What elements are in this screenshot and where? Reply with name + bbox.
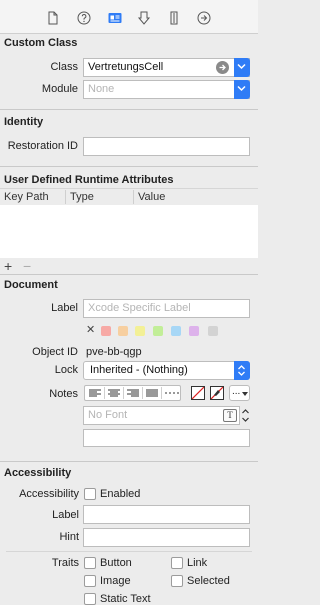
accessibility-label-label: Label	[52, 509, 79, 521]
column-value[interactable]: Value	[138, 191, 165, 203]
identity-title: Identity	[4, 116, 44, 128]
color-swatch-gray[interactable]	[208, 326, 218, 336]
color-swatch-green[interactable]	[153, 326, 163, 336]
notes-label: Notes	[49, 388, 78, 400]
color-swatch-red[interactable]	[101, 326, 111, 336]
trait-static-text-checkbox[interactable]	[84, 593, 96, 605]
trait-link-checkbox[interactable]	[171, 557, 183, 569]
module-field[interactable]: None	[83, 80, 250, 99]
font-placeholder: No Font	[88, 409, 128, 421]
clear-color-button[interactable]: ✕	[86, 323, 95, 336]
document-label-field[interactable]: Xcode Specific Label	[83, 299, 250, 318]
class-dropdown-button[interactable]	[234, 58, 250, 77]
trait-image-checkbox[interactable]	[84, 575, 96, 587]
attributes-icon[interactable]	[136, 10, 152, 26]
color-swatch-yellow[interactable]	[135, 326, 145, 336]
class-field[interactable]: VertretungsCell	[83, 58, 250, 77]
module-placeholder: None	[88, 83, 115, 95]
add-attribute-button[interactable]: +	[4, 258, 12, 274]
divider	[0, 274, 258, 275]
lock-select[interactable]: Inherited - (Nothing)	[83, 361, 250, 380]
highlight-color-icon[interactable]	[210, 386, 224, 400]
file-icon[interactable]	[45, 10, 61, 26]
lock-value: Inherited - (Nothing)	[90, 364, 188, 376]
accessibility-hint-field[interactable]	[83, 528, 250, 547]
go-to-class-icon[interactable]	[216, 61, 229, 74]
runtime-attributes-title: User Defined Runtime Attributes	[4, 174, 174, 186]
module-label: Module	[41, 83, 78, 95]
object-id-label: Object ID	[32, 346, 78, 358]
trait-button-label: Button	[100, 557, 132, 569]
column-type[interactable]: Type	[70, 191, 94, 203]
color-swatch-orange[interactable]	[118, 326, 128, 336]
connections-icon[interactable]	[196, 10, 212, 26]
accessibility-hint-label: Hint	[59, 531, 79, 543]
module-dropdown-button[interactable]	[234, 80, 250, 99]
no-color-icon[interactable]	[191, 386, 205, 400]
traits-label: Traits	[51, 557, 79, 569]
color-swatch-purple[interactable]	[189, 326, 199, 336]
trait-static-text-label: Static Text	[100, 593, 151, 605]
restoration-id-field[interactable]	[83, 137, 250, 156]
alignment-segmented-control[interactable]	[84, 385, 181, 401]
class-label: Class	[50, 61, 78, 73]
accessibility-enabled-label: Enabled	[100, 488, 141, 500]
trait-image-label: Image	[100, 575, 131, 587]
column-separator	[65, 190, 66, 204]
lock-label: Lock	[54, 364, 78, 376]
document-label-label: Label	[51, 302, 78, 314]
font-size-stepper[interactable]	[241, 406, 250, 425]
accessibility-label-field[interactable]	[83, 505, 250, 524]
column-key-path[interactable]: Key Path	[4, 191, 49, 203]
identity-icon[interactable]	[107, 10, 123, 26]
divider	[0, 188, 258, 189]
divider	[0, 461, 258, 462]
custom-class-title: Custom Class	[4, 37, 78, 49]
lock-dropdown-button[interactable]	[234, 361, 250, 380]
remove-attribute-button[interactable]: −	[23, 258, 31, 274]
accessibility-title: Accessibility	[4, 467, 72, 479]
divider	[6, 551, 252, 552]
font-picker-icon[interactable]: T	[223, 409, 237, 422]
color-swatch-blue[interactable]	[171, 326, 181, 336]
divider	[0, 109, 258, 110]
object-id-value: pve-bb-qgp	[86, 346, 142, 358]
more-options-label: ...	[232, 386, 241, 397]
accessibility-enabled-checkbox[interactable]	[84, 488, 96, 500]
document-title: Document	[4, 279, 58, 291]
help-icon[interactable]	[76, 10, 92, 26]
size-icon[interactable]	[166, 10, 182, 26]
inspector-toolbar	[0, 0, 258, 34]
column-separator	[133, 190, 134, 204]
trait-link-label: Link	[187, 557, 208, 569]
accessibility-label: Accessibility	[19, 488, 79, 500]
trait-selected-checkbox[interactable]	[171, 575, 183, 587]
trait-selected-label: Selected	[187, 575, 230, 587]
restoration-id-label: Restoration ID	[7, 140, 78, 152]
runtime-attributes-table[interactable]	[0, 205, 258, 258]
more-options-button[interactable]: ...	[229, 385, 250, 401]
trait-button-checkbox[interactable]	[84, 557, 96, 569]
notes-toolbar: ...	[84, 385, 250, 401]
notes-text-area[interactable]	[83, 429, 250, 447]
divider	[0, 166, 258, 167]
class-value: VertretungsCell	[88, 61, 164, 73]
font-field[interactable]: No Font T	[83, 406, 240, 425]
